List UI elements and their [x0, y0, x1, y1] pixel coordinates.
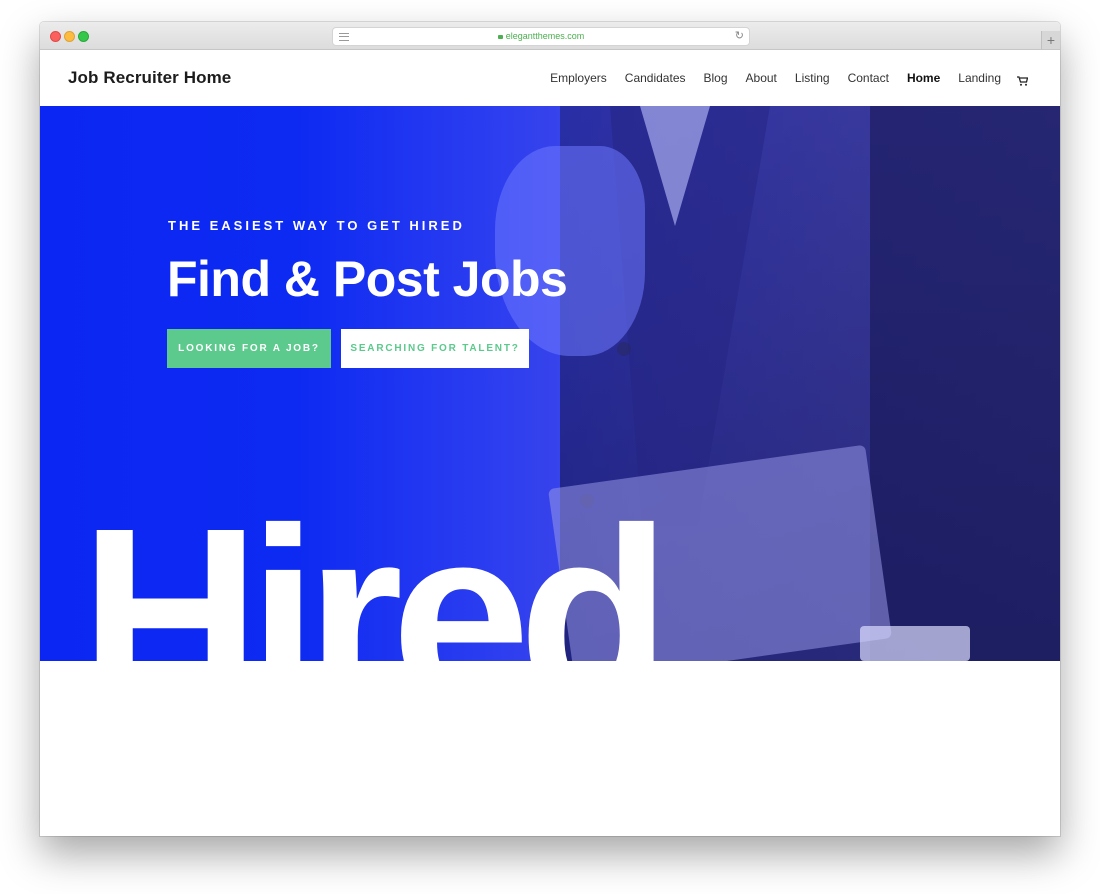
address-bar[interactable]: elegantthemes.com ↻: [332, 27, 750, 46]
searching-for-talent-button[interactable]: SEARCHING FOR TALENT?: [341, 329, 529, 368]
hero-sleeve: [870, 106, 1060, 661]
lock-icon: [497, 35, 503, 39]
hero-title: Find & Post Jobs: [167, 251, 568, 307]
close-window-icon[interactable]: [50, 31, 61, 42]
hero-section: THE EASIEST WAY TO GET HIRED Find & Post…: [40, 106, 1060, 661]
main-nav: Employers Candidates Blog About Listing …: [532, 71, 1029, 86]
browser-window: elegantthemes.com ↻ + Job Recruiter Home…: [40, 22, 1060, 836]
browser-titlebar: elegantthemes.com ↻ +: [40, 22, 1060, 50]
hero-eyebrow: THE EASIEST WAY TO GET HIRED: [168, 218, 465, 233]
nav-listing[interactable]: Listing: [795, 71, 830, 85]
hero-big-word: Hired: [80, 476, 671, 662]
maximize-window-icon[interactable]: [78, 31, 89, 42]
site-header: Job Recruiter Home Employers Candidates …: [40, 50, 1060, 106]
nav-landing[interactable]: Landing: [958, 71, 1001, 85]
url-text: elegantthemes.com: [505, 31, 585, 41]
nav-about[interactable]: About: [746, 71, 777, 85]
suit-button-icon: [617, 342, 631, 356]
site-logo[interactable]: Job Recruiter Home: [68, 68, 231, 88]
hero-cuff: [860, 626, 970, 661]
looking-for-job-button[interactable]: LOOKING FOR A JOB?: [167, 329, 331, 368]
minimize-window-icon[interactable]: [64, 31, 75, 42]
nav-employers[interactable]: Employers: [550, 71, 607, 85]
content-area: [40, 661, 1060, 836]
reload-icon[interactable]: ↻: [735, 28, 744, 45]
nav-home[interactable]: Home: [907, 71, 940, 85]
nav-candidates[interactable]: Candidates: [625, 71, 686, 85]
reader-icon[interactable]: [339, 33, 349, 41]
cart-icon[interactable]: [1017, 73, 1029, 86]
new-tab-button[interactable]: +: [1041, 31, 1060, 49]
nav-contact[interactable]: Contact: [848, 71, 889, 85]
nav-blog[interactable]: Blog: [704, 71, 728, 85]
